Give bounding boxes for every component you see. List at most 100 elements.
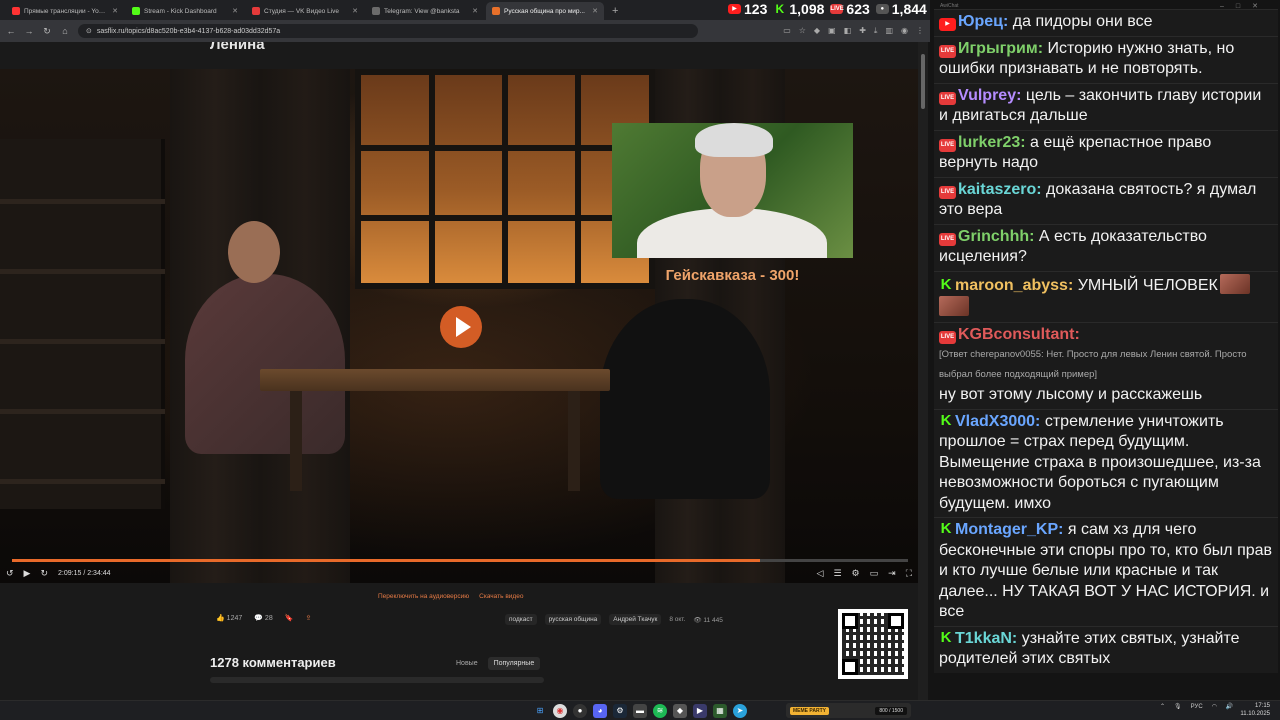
chat-nick[interactable]: Юрец: bbox=[958, 13, 1008, 30]
kick-icon: K bbox=[940, 628, 952, 646]
volume-icon[interactable]: ◁ bbox=[817, 568, 824, 579]
steam-icon[interactable]: ⚙ bbox=[613, 704, 627, 718]
comments-button[interactable]: 💬 28 bbox=[254, 614, 272, 622]
extensions-area: ▭ ☆ ◆ ▣ ◧ ✚ ⤓ ▥ ◉ ⋮ bbox=[783, 26, 924, 36]
terminal-icon[interactable]: ▬ bbox=[633, 704, 647, 718]
chat-nick[interactable]: maroon_abyss: bbox=[955, 277, 1073, 294]
close-icon[interactable]: ✕ bbox=[352, 7, 358, 15]
youtube-icon: ▶ bbox=[939, 18, 956, 31]
spotify-icon[interactable]: ≋ bbox=[653, 704, 667, 718]
video-player[interactable]: Гейскавказа - 300! ↺ ▶ ↻ 2:09:15 / 2:34:… bbox=[0, 69, 918, 583]
sort-popular-tab[interactable]: Популярные bbox=[487, 657, 541, 670]
download-icon[interactable]: ⤓ bbox=[874, 26, 878, 36]
app-icon[interactable]: ▶ bbox=[693, 704, 707, 718]
tab-telegram[interactable]: Telegram: View @banksta ✕ bbox=[366, 2, 484, 20]
rewind-10-icon[interactable]: ↺ bbox=[6, 568, 14, 579]
tab-sasflix[interactable]: Русская община про мир... ✕ bbox=[486, 2, 604, 20]
volume-icon[interactable]: 🔊 bbox=[1226, 703, 1233, 710]
tab-kick[interactable]: Stream - Kick Dashboard ✕ bbox=[126, 2, 244, 20]
extension-icon[interactable]: ◆ bbox=[814, 26, 820, 36]
kick-favicon-icon bbox=[132, 7, 140, 15]
chrome-icon[interactable]: ◉ bbox=[553, 704, 567, 718]
share-icon[interactable]: ⇪ bbox=[305, 614, 311, 622]
system-clock[interactable]: 17:15 11.10.2025 bbox=[1240, 703, 1270, 718]
comment-input[interactable] bbox=[210, 677, 544, 683]
chat-nick[interactable]: kaitaszero: bbox=[958, 181, 1042, 198]
wifi-icon[interactable]: ◠ bbox=[1212, 703, 1217, 710]
like-button[interactable]: 👍 1247 bbox=[216, 614, 242, 622]
playlist-icon[interactable]: ☰ bbox=[833, 568, 841, 579]
settings-gear-icon[interactable]: ⚙ bbox=[852, 568, 860, 579]
fullscreen-icon[interactable]: ⛶ bbox=[906, 568, 912, 579]
site-info-icon[interactable]: ⊙ bbox=[86, 27, 92, 35]
menu-dots-icon[interactable]: ⋮ bbox=[916, 26, 924, 36]
new-tab-plus-icon[interactable]: + bbox=[606, 5, 624, 20]
chat-nick[interactable]: Vulprey: bbox=[958, 87, 1021, 104]
play-small-icon[interactable]: ▶ bbox=[24, 568, 31, 579]
tag-chip[interactable]: Андрей Ткачук bbox=[609, 614, 662, 625]
close-icon[interactable]: ✕ bbox=[472, 7, 478, 15]
chat-overlay: ▶ Юрец: да пидоры они все LIVE Игрыгрим: Ис… bbox=[930, 0, 1280, 700]
profile-icon[interactable]: ◉ bbox=[901, 26, 908, 36]
download-video-link[interactable]: Скачать видео bbox=[479, 593, 523, 600]
chevron-up-icon[interactable]: ⌃ bbox=[1160, 703, 1165, 710]
chat-nick[interactable]: Игрыгрим: bbox=[958, 40, 1043, 57]
sasflix-favicon-icon bbox=[492, 7, 500, 15]
tag-chip[interactable]: русская община bbox=[544, 614, 602, 625]
app-icon[interactable]: ◆ bbox=[673, 704, 687, 718]
chat-nick[interactable]: Grinchhh: bbox=[958, 228, 1034, 245]
emote-image bbox=[939, 296, 969, 316]
windows-start-icon[interactable]: ⊞ bbox=[533, 704, 547, 718]
bookmark-star-icon[interactable]: ☆ bbox=[799, 26, 806, 36]
tab-youtube[interactable]: Прямые трансляции - YouTube ✕ bbox=[6, 2, 124, 20]
chat-nick[interactable]: Montager_KP: bbox=[955, 521, 1063, 538]
host-left-head bbox=[228, 221, 280, 283]
close-icon[interactable]: ✕ bbox=[112, 7, 118, 15]
time-display: 2:09:15 / 2:34:44 bbox=[58, 569, 111, 577]
chat-nick[interactable]: lurker23: bbox=[958, 134, 1026, 151]
bookmark-icon[interactable]: 🔖 bbox=[285, 614, 294, 622]
sidebar-icon[interactable]: ▥ bbox=[885, 26, 893, 36]
microphone-icon[interactable]: 🎙 bbox=[1174, 703, 1182, 710]
chat-message: LIVE Игрыгрим: Историю нужно знать, но ош… bbox=[934, 35, 1278, 83]
puzzle-icon[interactable]: ✚ bbox=[859, 26, 866, 36]
audio-version-link[interactable]: Переключить на аудиоверсию bbox=[378, 593, 469, 600]
tab-vk[interactable]: Студия — VK Видео Live ✕ bbox=[246, 2, 364, 20]
video-progress-bar[interactable] bbox=[12, 559, 908, 562]
system-tray: ⌃ 🎙 РУС ◠ 🔊 bbox=[1160, 703, 1233, 711]
close-icon[interactable]: ✕ bbox=[232, 7, 238, 15]
extension-icon[interactable]: ◧ bbox=[844, 26, 852, 36]
play-button[interactable] bbox=[440, 306, 482, 348]
extension-icon[interactable]: ▣ bbox=[828, 26, 836, 36]
chat-message: LIVE lurker23: а ещё крепастное право вер… bbox=[934, 129, 1278, 177]
page-title-fragment: Ленина bbox=[210, 42, 265, 53]
time-total: 2:34:44 bbox=[87, 569, 111, 577]
discord-icon[interactable]: ◕ bbox=[593, 704, 607, 718]
home-icon[interactable]: ⌂ bbox=[60, 26, 70, 36]
forward-10-icon[interactable]: ↻ bbox=[40, 568, 48, 579]
pip-icon[interactable]: ⇥ bbox=[888, 568, 896, 579]
window-controls[interactable]: –□✕ bbox=[1220, 2, 1270, 10]
chat-window-title: AwiChat bbox=[940, 3, 959, 9]
forward-arrow-icon[interactable]: → bbox=[24, 26, 34, 36]
meme-party-widget[interactable]: MEME PARTY 800 / 1500 bbox=[786, 703, 911, 718]
language-indicator[interactable]: РУС bbox=[1191, 704, 1203, 710]
url-field[interactable]: ⊙ sasflix.ru/topics/d8ac520b-e3b4-4137-b… bbox=[78, 24, 698, 38]
obs-icon[interactable]: ● bbox=[573, 704, 587, 718]
tag-chip[interactable]: подкаст bbox=[505, 614, 537, 625]
reload-icon[interactable]: ↻ bbox=[42, 26, 52, 37]
back-arrow-icon[interactable]: ← bbox=[6, 26, 16, 36]
sort-new-tab[interactable]: Новые bbox=[450, 657, 484, 670]
close-icon[interactable]: ✕ bbox=[592, 7, 598, 15]
cast-icon[interactable]: ▭ bbox=[783, 26, 791, 36]
chat-nick[interactable]: VladX3000: bbox=[955, 413, 1040, 430]
scrollbar-thumb[interactable] bbox=[921, 54, 925, 109]
chat-message: LIVE kaitaszero: доказана святость? я дум… bbox=[934, 176, 1278, 224]
page-scrollbar[interactable] bbox=[918, 42, 928, 700]
chat-nick[interactable]: T1kkaN: bbox=[955, 630, 1017, 647]
clock-date: 11.10.2025 bbox=[1240, 710, 1270, 717]
telegram-icon[interactable]: ➤ bbox=[733, 704, 747, 718]
chat-nick[interactable]: KGBconsultant: bbox=[958, 326, 1080, 343]
miniplayer-icon[interactable]: ▭ bbox=[870, 568, 879, 579]
app-icon[interactable]: ▦ bbox=[713, 704, 727, 718]
